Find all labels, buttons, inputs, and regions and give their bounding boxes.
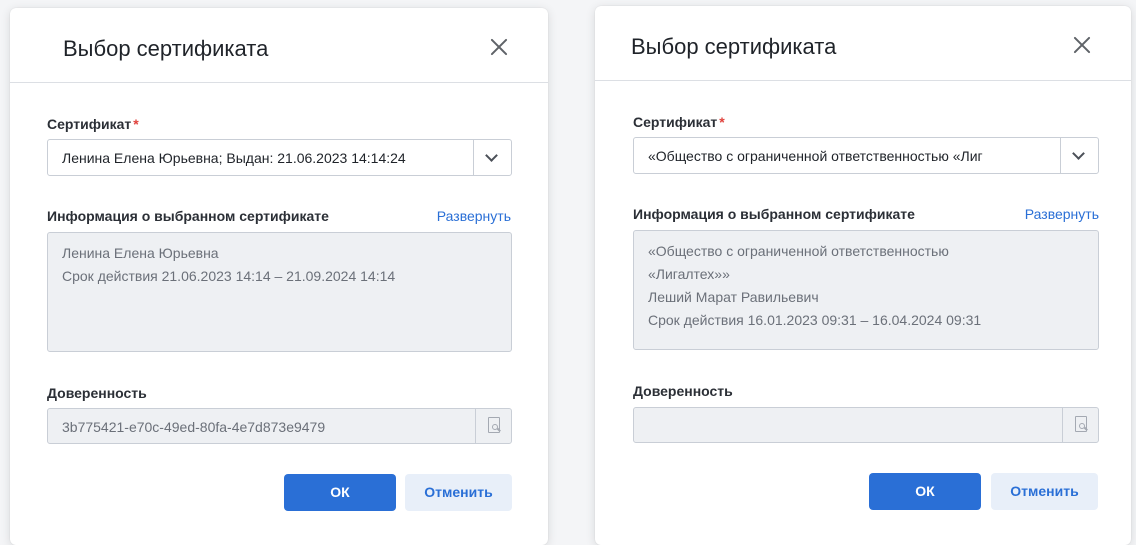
certificate-dialog-2: Выбор сертификата Сертификат * «Общество …	[595, 6, 1131, 545]
dialog-header: Выбор сертификата	[595, 6, 1131, 81]
dropdown-toggle-button[interactable]	[473, 140, 511, 175]
certificate-select[interactable]: Ленина Елена Юрьевна; Выдан: 21.06.2023 …	[47, 139, 512, 176]
certificate-label-text: Сертификат	[633, 114, 718, 130]
poa-field: 3b775421-e70c-49ed-80fa-4e7d873e9479	[47, 408, 512, 444]
document-search-icon	[1075, 416, 1088, 432]
info-line: Срок действия 16.01.2023 09:31 – 16.04.2…	[648, 312, 982, 328]
info-line: Леший Марат Равильевич	[648, 289, 819, 305]
info-label: Информация о выбранном сертификате	[633, 206, 915, 222]
info-label: Информация о выбранном сертификате	[47, 208, 329, 224]
certificate-dialog-1: Выбор сертификата Сертификат * Ленина Еле…	[10, 8, 548, 545]
ok-button[interactable]: ОК	[284, 474, 396, 511]
info-line: Ленина Елена Юрьевна	[62, 245, 219, 261]
certificate-info-box: «Общество с ограниченной ответственность…	[633, 230, 1099, 350]
info-line: «Лигалтех»»	[648, 266, 730, 282]
required-mark: *	[133, 116, 139, 132]
cancel-button[interactable]: Отменить	[405, 474, 512, 511]
certificate-select[interactable]: «Общество с ограниченной ответственность…	[633, 137, 1099, 174]
dialog-title: Выбор сертификата	[631, 34, 837, 59]
poa-browse-button[interactable]	[1062, 408, 1098, 442]
expand-link[interactable]: Развернуть	[1025, 206, 1099, 222]
chevron-down-icon	[1072, 147, 1085, 160]
poa-label: Доверенность	[47, 385, 147, 401]
close-icon[interactable]	[1071, 34, 1093, 56]
poa-field	[633, 407, 1099, 443]
certificate-label: Сертификат *	[47, 116, 139, 132]
dropdown-toggle-button[interactable]	[1060, 138, 1098, 173]
ok-button[interactable]: ОК	[869, 473, 981, 510]
certificate-label-text: Сертификат	[47, 116, 132, 132]
dialog-title: Выбор сертификата	[63, 36, 269, 61]
chevron-down-icon	[485, 149, 498, 162]
required-mark: *	[719, 114, 725, 130]
info-line: Срок действия 21.06.2023 14:14 – 21.09.2…	[62, 268, 396, 284]
poa-browse-button[interactable]	[475, 409, 511, 443]
dialog-header: Выбор сертификата	[10, 8, 548, 83]
document-search-icon	[488, 417, 501, 433]
certificate-info-box: Ленина Елена Юрьевна Срок действия 21.06…	[47, 232, 512, 352]
expand-link[interactable]: Развернуть	[437, 208, 511, 224]
close-icon[interactable]	[488, 36, 510, 58]
poa-value: 3b775421-e70c-49ed-80fa-4e7d873e9479	[62, 419, 326, 435]
certificate-select-value: Ленина Елена Юрьевна; Выдан: 21.06.2023 …	[62, 150, 406, 166]
info-line: «Общество с ограниченной ответственность…	[648, 243, 949, 259]
certificate-label: Сертификат *	[633, 114, 725, 130]
cancel-button[interactable]: Отменить	[991, 473, 1098, 510]
poa-label: Доверенность	[633, 383, 733, 399]
certificate-select-value: «Общество с ограниченной ответственность…	[648, 148, 983, 164]
